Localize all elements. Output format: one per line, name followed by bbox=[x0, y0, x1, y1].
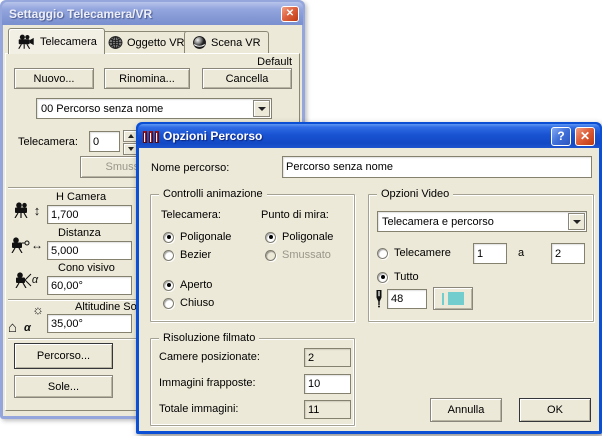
radio-icon[interactable] bbox=[265, 232, 276, 243]
video-mode-value: Telecamera e percorso bbox=[378, 216, 567, 228]
h-camera-input[interactable] bbox=[47, 205, 132, 224]
radio-chiuso[interactable]: Chiuso bbox=[163, 297, 214, 309]
nome-percorso-input[interactable] bbox=[282, 156, 592, 178]
camera-to-input[interactable] bbox=[551, 243, 585, 264]
tab-oggetto-vr[interactable]: Oggetto VR bbox=[100, 31, 192, 53]
ok-button[interactable]: OK bbox=[519, 398, 591, 422]
settings-titlebar[interactable]: Settaggio Telecamera/VR ✕ bbox=[2, 2, 303, 25]
radio-poligonale-camera[interactable]: Poligonale bbox=[163, 231, 231, 243]
immagini-frapposte-label: Immagini frapposte: bbox=[159, 377, 256, 389]
nome-percorso-label: Nome percorso: bbox=[151, 162, 229, 174]
pen-color-swatch bbox=[448, 292, 464, 305]
opzioni-video-group: Opzioni Video Telecamera e percorso Tele… bbox=[368, 194, 594, 322]
pen-size-input[interactable] bbox=[387, 289, 427, 309]
altitudine-sole-label: Altitudine Sole bbox=[75, 301, 145, 313]
col-punto-di-mira-label: Punto di mira: bbox=[261, 209, 329, 221]
tab-label: Telecamera bbox=[40, 36, 97, 48]
percorso-button[interactable]: Percorso... bbox=[14, 343, 113, 369]
help-icon[interactable]: ? bbox=[551, 127, 571, 146]
pen-icon bbox=[373, 289, 385, 309]
radio-icon[interactable] bbox=[163, 232, 174, 243]
tab-scena-vr[interactable]: Scena VR bbox=[184, 31, 269, 53]
col-telecamera-label: Telecamera: bbox=[161, 209, 221, 221]
radio-label: Chiuso bbox=[180, 297, 214, 309]
sole-button[interactable]: Sole... bbox=[14, 375, 113, 398]
radio-icon bbox=[265, 250, 276, 261]
opzioni-body: Nome percorso: Controlli animazione Tele… bbox=[139, 148, 599, 431]
path-select-value: 00 Percorso senza nome bbox=[37, 103, 252, 115]
radio-icon[interactable] bbox=[377, 272, 388, 283]
h-camera-label: H Camera bbox=[56, 191, 106, 203]
chevron-down-icon[interactable] bbox=[568, 213, 585, 230]
pen-color-button[interactable] bbox=[433, 287, 473, 310]
distanza-label: Distanza bbox=[58, 227, 101, 239]
group-title: Risoluzione filmato bbox=[159, 332, 259, 344]
radio-label: Smussato bbox=[282, 249, 331, 261]
chevron-down-icon[interactable] bbox=[253, 100, 270, 117]
telecamera-label: Telecamera: bbox=[18, 136, 78, 148]
opzioni-titlebar[interactable]: Opzioni Percorso ? ✕ bbox=[138, 124, 600, 148]
radio-icon[interactable] bbox=[163, 250, 174, 261]
pen-sample-bar bbox=[442, 293, 444, 305]
tab-telecamera[interactable]: Telecamera bbox=[8, 28, 105, 54]
immagini-frapposte-input[interactable] bbox=[304, 374, 351, 394]
default-label: Default bbox=[257, 56, 292, 68]
totale-immagini-value bbox=[304, 400, 351, 419]
radio-label: Bezier bbox=[180, 249, 211, 261]
group-title: Controlli animazione bbox=[159, 188, 267, 200]
close-icon[interactable]: ✕ bbox=[575, 127, 595, 146]
radio-label: Telecamere bbox=[394, 247, 451, 259]
radio-icon[interactable] bbox=[377, 248, 388, 259]
distanza-input[interactable] bbox=[47, 241, 132, 260]
camere-posizionate-label: Camere posizionate: bbox=[159, 351, 260, 363]
camera-angle-icon: α bbox=[6, 267, 46, 293]
radio-label: Tutto bbox=[394, 271, 419, 283]
globe-icon bbox=[108, 36, 123, 49]
cancella-button[interactable]: Cancella bbox=[202, 68, 292, 89]
annulla-button[interactable]: Annulla bbox=[430, 398, 502, 422]
radio-tutto[interactable]: Tutto bbox=[377, 271, 419, 283]
close-icon[interactable]: ✕ bbox=[281, 6, 299, 22]
radio-label: Aperto bbox=[180, 279, 212, 291]
cono-visivo-input[interactable] bbox=[47, 276, 132, 295]
tab-label: Oggetto VR bbox=[127, 37, 184, 49]
radio-label: Poligonale bbox=[282, 231, 333, 243]
camere-posizionate-value bbox=[304, 348, 351, 367]
controlli-animazione-group: Controlli animazione Telecamera: Punto d… bbox=[150, 194, 355, 322]
camera-from-input[interactable] bbox=[473, 243, 507, 264]
radio-icon[interactable] bbox=[163, 280, 174, 291]
camera-icon bbox=[16, 34, 36, 49]
sphere-icon bbox=[192, 36, 207, 49]
sun-altitude-icon: ☼ ⌂ α bbox=[6, 306, 46, 334]
tab-label: Scena VR bbox=[211, 37, 261, 49]
risoluzione-filmato-group: Risoluzione filmato Camere posizionate: … bbox=[150, 338, 355, 426]
camera-height-icon: ↕ bbox=[6, 198, 46, 222]
app-icon bbox=[143, 129, 159, 143]
opzioni-title: Opzioni Percorso bbox=[163, 129, 547, 143]
radio-telecamere[interactable]: Telecamere bbox=[377, 247, 451, 259]
cono-visivo-label: Cono visivo bbox=[58, 262, 115, 274]
radio-smussato: Smussato bbox=[265, 249, 331, 261]
telecamera-input[interactable] bbox=[89, 131, 120, 152]
totale-immagini-label: Totale immagini: bbox=[159, 403, 238, 415]
rinomina-button[interactable]: Rinomina... bbox=[104, 68, 190, 89]
video-mode-select[interactable]: Telecamera e percorso bbox=[377, 211, 587, 232]
radio-poligonale-mira[interactable]: Poligonale bbox=[265, 231, 333, 243]
settings-title: Settaggio Telecamera/VR bbox=[9, 7, 281, 21]
nuovo-button[interactable]: Nuovo... bbox=[14, 68, 94, 89]
camera-distance-icon: ↔ bbox=[6, 232, 46, 258]
range-separator-label: a bbox=[518, 247, 524, 259]
altitudine-sole-input[interactable] bbox=[47, 314, 132, 333]
group-title: Opzioni Video bbox=[377, 188, 453, 200]
radio-bezier[interactable]: Bezier bbox=[163, 249, 211, 261]
opzioni-percorso-dialog: Opzioni Percorso ? ✕ Nome percorso: Cont… bbox=[136, 122, 602, 434]
path-select[interactable]: 00 Percorso senza nome bbox=[36, 98, 272, 119]
radio-aperto[interactable]: Aperto bbox=[163, 279, 212, 291]
radio-icon[interactable] bbox=[163, 298, 174, 309]
radio-label: Poligonale bbox=[180, 231, 231, 243]
